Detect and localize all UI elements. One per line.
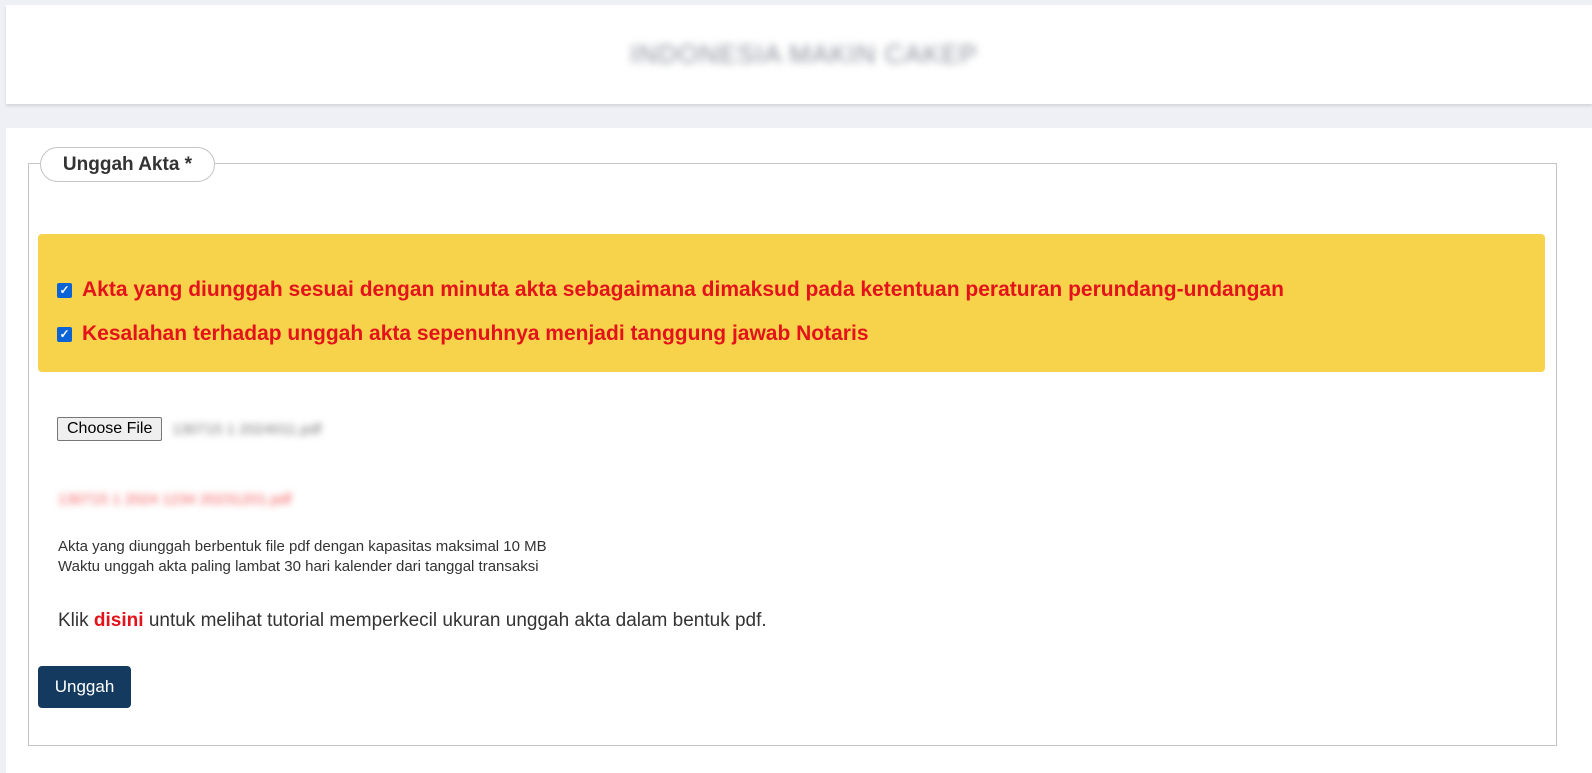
agreement-label: Kesalahan terhadap unggah akta sepenuhny… xyxy=(82,322,869,345)
note-line: Akta yang diunggah berbentuk file pdf de… xyxy=(58,538,547,555)
choose-file-button[interactable]: Choose File xyxy=(57,417,163,441)
upload-notes: Akta yang diunggah berbentuk file pdf de… xyxy=(58,537,547,577)
header-title: INDONESIA MAKIN CAKEP xyxy=(630,39,978,69)
note-line: Waktu unggah akta paling lambat 30 hari … xyxy=(58,558,539,575)
agreement-checkbox[interactable]: ✓ xyxy=(57,326,72,342)
upload-panel: Unggah Akta * ✓ Akta yang diunggah sesua… xyxy=(6,128,1592,773)
uploaded-file-name: 130715 1 2024 1234 20231201.pdf xyxy=(58,491,292,508)
file-input: Choose File 130715 1 2024011.pdf xyxy=(57,417,321,441)
selected-file-name: 130715 1 2024011.pdf xyxy=(172,420,322,438)
agreement-row: ✓ Kesalahan terhadap unggah akta sepenuh… xyxy=(38,312,1545,356)
agreement-alert: ✓ Akta yang diunggah sesuai dengan minut… xyxy=(38,234,1545,372)
page-header: INDONESIA MAKIN CAKEP xyxy=(6,5,1592,104)
tutorial-prefix: Klik xyxy=(58,610,89,631)
tutorial-text: Klik disini untuk melihat tutorial mempe… xyxy=(58,610,767,632)
agreement-label: Akta yang diunggah sesuai dengan minuta … xyxy=(82,278,1284,301)
agreement-checkbox[interactable]: ✓ xyxy=(57,282,72,298)
tutorial-suffix: untuk melihat tutorial memperkecil ukura… xyxy=(148,610,767,631)
fieldset-legend: Unggah Akta * xyxy=(40,147,215,182)
upload-button[interactable]: Unggah xyxy=(38,666,131,708)
agreement-row: ✓ Akta yang diunggah sesuai dengan minut… xyxy=(38,268,1545,312)
tutorial-link[interactable]: disini xyxy=(94,610,144,631)
